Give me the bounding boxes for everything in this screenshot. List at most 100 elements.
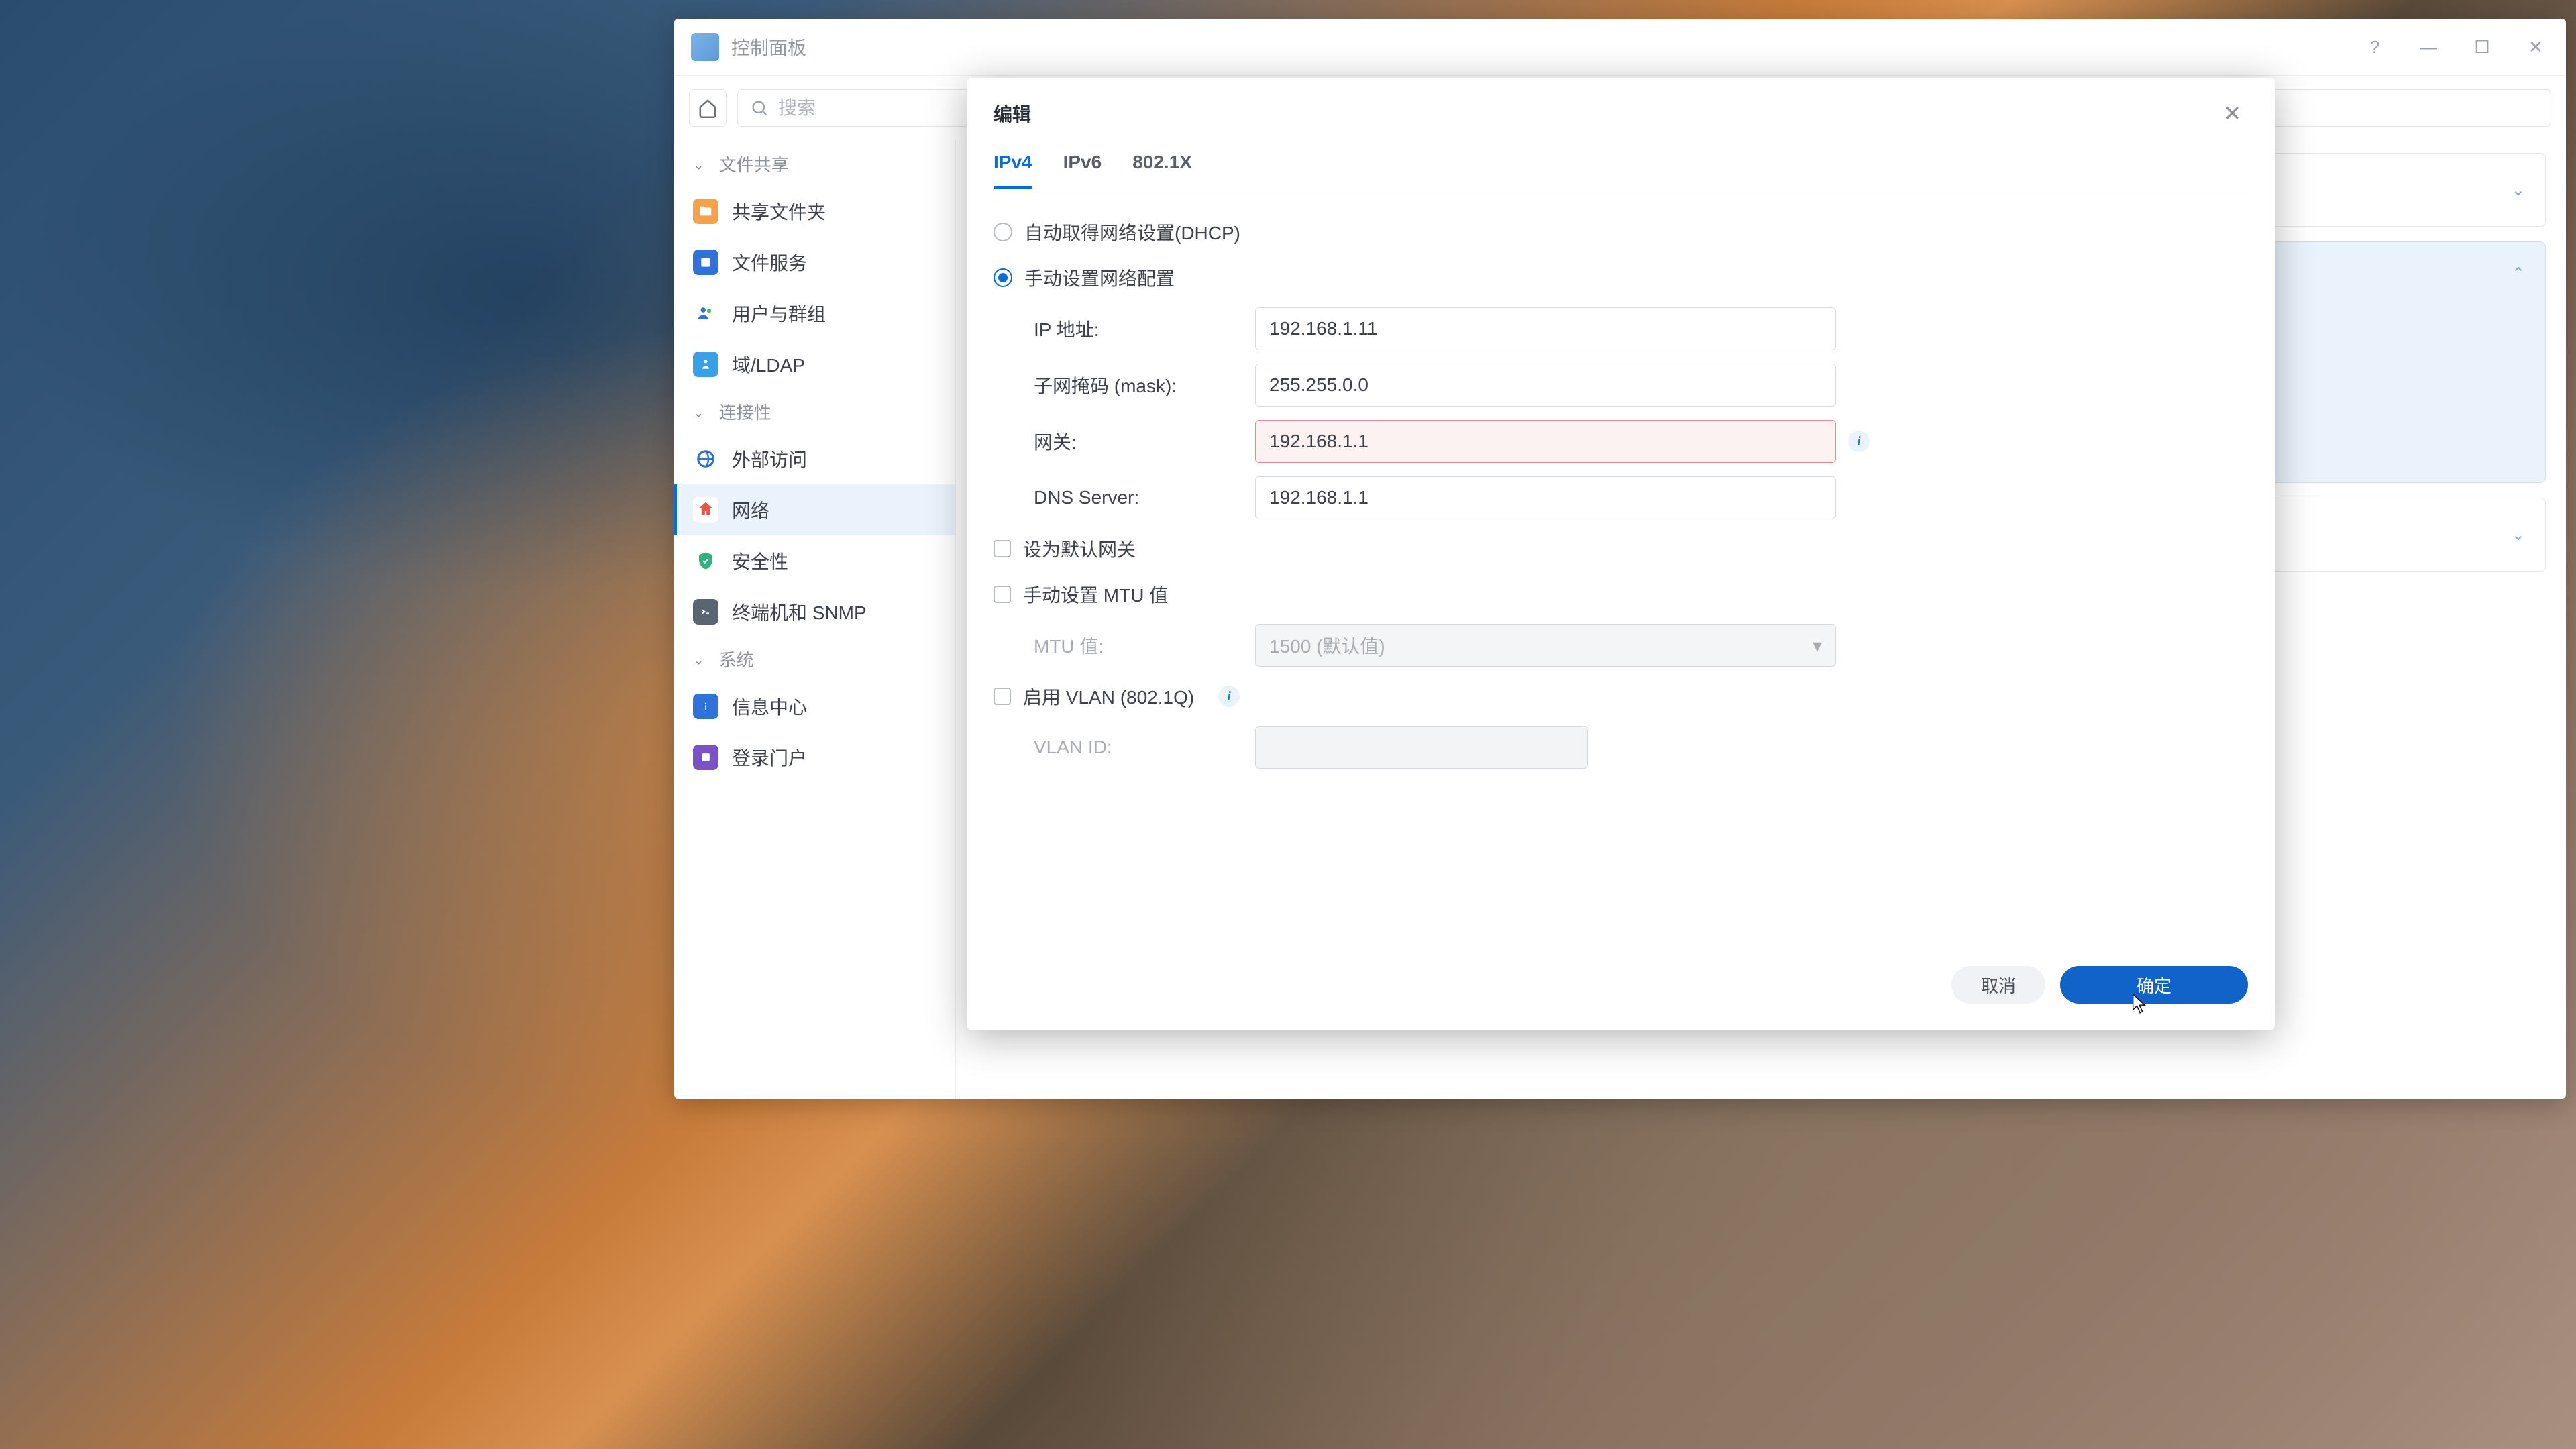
gateway-label: 网关: xyxy=(1034,428,1255,455)
checkbox-icon xyxy=(994,586,1011,603)
modal-header: 编辑 ✕ xyxy=(967,78,2275,138)
vlan-id-label: VLAN ID: xyxy=(1034,737,1255,758)
mtu-dropdown[interactable]: 1500 (默认值) ▾ xyxy=(1255,624,1836,667)
window-title: 控制面板 xyxy=(731,34,2361,60)
sidebar-item-user-group[interactable]: 用户与群组 xyxy=(674,288,955,339)
checkbox-label: 启用 VLAN (802.1Q) xyxy=(1023,683,1194,710)
ip-label: IP 地址: xyxy=(1034,315,1255,342)
vlan-id-input xyxy=(1255,726,1588,769)
dns-label: DNS Server: xyxy=(1034,487,1255,508)
row-dns: DNS Server: xyxy=(994,470,2248,526)
sidebar-section-file-sharing[interactable]: ⌃ 文件共享 xyxy=(674,142,955,186)
terminal-icon xyxy=(693,599,718,625)
sidebar-item-label: 终端机和 SNMP xyxy=(732,598,867,625)
search-icon xyxy=(750,99,769,117)
external-access-icon xyxy=(693,446,718,472)
tab-8021x[interactable]: 802.1X xyxy=(1132,152,1192,189)
sidebar-item-external-access[interactable]: 外部访问 xyxy=(674,433,955,484)
sidebar-item-label: 安全性 xyxy=(732,547,788,574)
file-services-icon xyxy=(693,250,718,275)
checkbox-manual-mtu[interactable]: 手动设置 MTU 值 xyxy=(994,572,2248,617)
minimize-button[interactable]: — xyxy=(2415,34,2442,60)
chevron-down-icon: ⌄ xyxy=(2512,180,2525,200)
sidebar-section-label: 连接性 xyxy=(719,399,771,424)
titlebar: 控制面板 ? — ☐ ✕ xyxy=(674,19,2566,76)
chevron-up-icon: ⌃ xyxy=(693,651,704,667)
modal-title: 编辑 xyxy=(994,100,2216,127)
subnet-mask-input[interactable] xyxy=(1255,364,1836,407)
home-button[interactable] xyxy=(689,89,727,127)
login-portal-icon xyxy=(693,745,718,770)
sidebar-section-label: 系统 xyxy=(719,647,754,672)
sidebar-item-label: 信息中心 xyxy=(732,693,807,720)
radio-manual-config[interactable]: 手动设置网络配置 xyxy=(994,255,2248,301)
close-button[interactable]: ✕ xyxy=(2522,34,2549,60)
sidebar-section-connectivity[interactable]: ⌃ 连接性 xyxy=(674,390,955,433)
chevron-up-icon: ⌄ xyxy=(2512,262,2525,282)
sidebar-item-login-portal[interactable]: 登录门户 xyxy=(674,732,955,783)
sidebar-item-file-services[interactable]: 文件服务 xyxy=(674,237,955,288)
maximize-button[interactable]: ☐ xyxy=(2469,34,2496,60)
checkbox-label: 设为默认网关 xyxy=(1023,535,1136,562)
checkbox-icon xyxy=(994,688,1011,705)
sidebar-item-label: 用户与群组 xyxy=(732,300,826,327)
modal-body: 自动取得网络设置(DHCP) 手动设置网络配置 IP 地址: 子网掩码 (mas… xyxy=(967,189,2275,950)
user-group-icon xyxy=(693,301,718,326)
mtu-label: MTU 值: xyxy=(1034,632,1255,659)
dropdown-value: 1500 (默认值) xyxy=(1269,632,1385,659)
app-icon xyxy=(691,33,719,61)
chevron-down-icon: ▾ xyxy=(1813,635,1822,657)
modal-close-button[interactable]: ✕ xyxy=(2216,97,2248,130)
radio-icon xyxy=(994,223,1012,241)
sidebar-item-label: 登录门户 xyxy=(732,744,807,771)
row-mtu: MTU 值: 1500 (默认值) ▾ xyxy=(994,617,2248,674)
sidebar-section-label: 文件共享 xyxy=(719,152,789,176)
row-subnet: 子网掩码 (mask): xyxy=(994,357,2248,413)
sidebar: ⌃ 文件共享 共享文件夹 文件服务 用户与群组 xyxy=(674,140,956,1099)
cancel-button[interactable]: 取消 xyxy=(1951,966,2045,1004)
sidebar-item-network[interactable]: 网络 xyxy=(674,484,955,535)
folder-icon xyxy=(693,199,718,224)
sidebar-item-label: 域/LDAP xyxy=(732,351,805,378)
checkbox-icon xyxy=(994,540,1011,557)
row-vlan-id: VLAN ID: xyxy=(994,719,2248,775)
network-icon xyxy=(693,497,718,523)
row-ip-address: IP 地址: xyxy=(994,301,2248,357)
radio-dhcp-auto[interactable]: 自动取得网络设置(DHCP) xyxy=(994,209,2248,255)
modal-footer: 取消 确定 xyxy=(967,950,2275,1030)
sidebar-section-system[interactable]: ⌃ 系统 xyxy=(674,637,955,681)
radio-label: 自动取得网络设置(DHCP) xyxy=(1024,219,1240,246)
edit-network-modal: 编辑 ✕ IPv4 IPv6 802.1X 自动取得网络设置(DHCP) 手动设… xyxy=(967,78,2275,1030)
info-center-icon xyxy=(693,694,718,719)
sidebar-item-shared-folder[interactable]: 共享文件夹 xyxy=(674,186,955,237)
modal-tabs: IPv4 IPv6 802.1X xyxy=(994,138,2248,189)
domain-ldap-icon xyxy=(693,352,718,377)
shield-icon xyxy=(693,548,718,574)
ok-button[interactable]: 确定 xyxy=(2060,966,2248,1004)
home-icon xyxy=(698,98,718,118)
ip-address-input[interactable] xyxy=(1255,307,1836,350)
tab-ipv4[interactable]: IPv4 xyxy=(994,152,1032,189)
sidebar-item-label: 文件服务 xyxy=(732,249,807,276)
checkbox-default-gateway[interactable]: 设为默认网关 xyxy=(994,526,2248,572)
checkbox-vlan-enable[interactable]: 启用 VLAN (802.1Q) i xyxy=(994,674,2248,719)
sidebar-item-security[interactable]: 安全性 xyxy=(674,535,955,586)
row-gateway: 网关: i xyxy=(994,413,2248,470)
chevron-down-icon: ⌄ xyxy=(2512,525,2525,545)
checkbox-label: 手动设置 MTU 值 xyxy=(1023,581,1168,608)
sidebar-item-label: 外部访问 xyxy=(732,445,807,472)
chevron-up-icon: ⌃ xyxy=(693,156,704,172)
help-button[interactable]: ? xyxy=(2361,34,2388,60)
info-icon[interactable]: i xyxy=(1848,431,1870,452)
tab-ipv6[interactable]: IPv6 xyxy=(1063,152,1102,189)
sidebar-item-info-center[interactable]: 信息中心 xyxy=(674,681,955,732)
info-icon[interactable]: i xyxy=(1218,686,1240,707)
sidebar-item-terminal-snmp[interactable]: 终端机和 SNMP xyxy=(674,586,955,637)
subnet-label: 子网掩码 (mask): xyxy=(1034,372,1255,398)
dns-server-input[interactable] xyxy=(1255,476,1836,519)
gateway-input[interactable] xyxy=(1255,420,1836,463)
sidebar-item-label: 网络 xyxy=(732,496,769,523)
radio-label: 手动设置网络配置 xyxy=(1024,264,1175,291)
sidebar-item-domain-ldap[interactable]: 域/LDAP xyxy=(674,339,955,390)
window-controls: ? — ☐ ✕ xyxy=(2361,34,2549,60)
